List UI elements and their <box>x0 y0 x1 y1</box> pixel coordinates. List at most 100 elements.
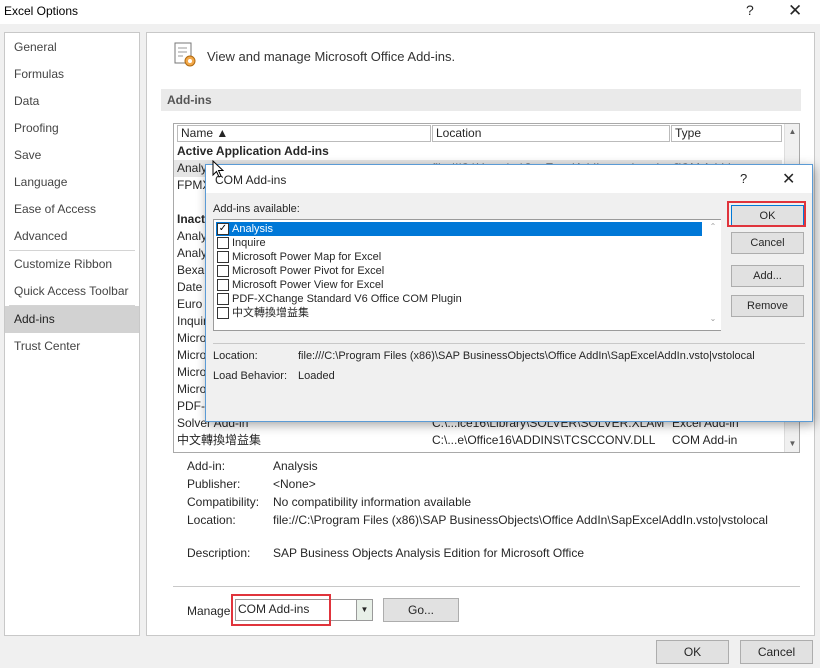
help-icon[interactable]: ? <box>746 2 754 18</box>
checkbox[interactable] <box>217 279 229 291</box>
column-header-name[interactable]: Name ▲ <box>177 125 431 142</box>
sidebar-item-quick-access-toolbar[interactable]: Quick Access Toolbar <box>5 278 139 305</box>
column-header-location[interactable]: Location <box>432 125 670 142</box>
highlight-box-ok <box>727 201 806 227</box>
addin-location: C:\...e\Office16\ADDINS\TCSCCONV.DLL <box>432 433 656 447</box>
section-title: Add-ins <box>167 93 212 107</box>
addin-name: Micro <box>177 365 207 379</box>
list-item[interactable]: Inquire <box>216 236 702 250</box>
scroll-down-icon[interactable]: ⌄ <box>706 314 720 323</box>
sidebar-item-proofing[interactable]: Proofing <box>5 115 139 142</box>
dialog-location-value: file:///C:\Program Files (x86)\SAP Busin… <box>298 350 755 362</box>
mouse-cursor-icon <box>212 160 224 178</box>
addin-name: Micro <box>177 348 207 362</box>
addin-name: Bexar <box>177 263 209 277</box>
detail-compat-value: No compatibility information available <box>273 495 472 509</box>
detail-description-label: Description: <box>187 546 251 560</box>
list-item[interactable]: ✓ Analysis <box>216 222 702 236</box>
addin-type: COM Add-in <box>672 433 738 447</box>
page-header: View and manage Microsoft Office Add-ins… <box>207 49 456 64</box>
detail-publisher-value: <None> <box>273 477 316 491</box>
addins-checklist[interactable]: ✓ Analysis Inquire Microsoft Power Map f… <box>213 219 721 331</box>
scroll-up-icon[interactable]: ⌃ <box>706 222 720 231</box>
detail-addin-value: Analysis <box>273 459 318 473</box>
scroll-up-icon[interactable]: ▲ <box>785 124 799 140</box>
dialog-cancel-button[interactable]: Cancel <box>731 232 804 254</box>
list-item-label: 中文轉換增益集 <box>232 307 309 319</box>
highlight-box-manage <box>231 594 331 626</box>
table-row: Active Application Add-ins <box>174 143 782 160</box>
sidebar-item-advanced[interactable]: Advanced <box>5 223 139 250</box>
chevron-down-icon[interactable]: ▼ <box>356 600 372 620</box>
addin-name: Analy <box>177 161 208 175</box>
checkbox[interactable] <box>217 237 229 249</box>
dialog-divider <box>213 343 805 344</box>
title-bar: Excel Options ? ✕ <box>0 0 820 24</box>
load-behavior-label: Load Behavior: <box>213 370 287 382</box>
sidebar-item-save[interactable]: Save <box>5 142 139 169</box>
section-header: Add-ins <box>161 89 801 111</box>
addin-name: Inquir <box>177 314 208 328</box>
checkbox[interactable] <box>217 307 229 319</box>
group-header: Inact <box>177 212 206 226</box>
checkbox[interactable] <box>217 265 229 277</box>
group-header: Active Application Add-ins <box>177 144 329 158</box>
sidebar-item-add-ins[interactable]: Add-ins <box>5 306 139 333</box>
addin-name: Analy <box>177 246 208 260</box>
sidebar-item-data[interactable]: Data <box>5 88 139 115</box>
list-item[interactable]: Microsoft Power Pivot for Excel <box>216 264 702 278</box>
dialog-help-icon[interactable]: ? <box>740 171 747 186</box>
column-header-type[interactable]: Type <box>671 125 782 142</box>
addin-name: Micro <box>177 331 207 345</box>
addin-name: Micro <box>177 382 207 396</box>
add-button[interactable]: Add... <box>731 265 804 287</box>
scroll-down-icon[interactable]: ▼ <box>785 436 799 452</box>
dialog-title: COM Add-ins <box>215 173 287 187</box>
detail-addin-label: Add-in: <box>187 459 226 473</box>
detail-description-value: SAP Business Objects Analysis Edition fo… <box>273 546 585 560</box>
detail-compat-label: Compatibility: <box>187 495 260 509</box>
addin-name: 中文轉換增益集 <box>177 433 262 447</box>
addins-gear-icon <box>174 42 196 67</box>
detail-location-value: file://C:\Program Files (x86)\SAP Busine… <box>273 513 768 527</box>
load-behavior-value: Loaded <box>298 370 335 382</box>
dialog-location-label: Location: <box>213 350 258 362</box>
dialog-title-bar: COM Add-ins ? ✕ <box>206 165 812 193</box>
checkbox[interactable] <box>217 293 229 305</box>
go-button[interactable]: Go... <box>383 598 459 622</box>
checkbox-checked-icon[interactable]: ✓ <box>217 223 229 235</box>
detail-location-label: Location: <box>187 513 236 527</box>
options-sidebar: General Formulas Data Proofing Save Lang… <box>4 32 140 636</box>
sidebar-item-general[interactable]: General <box>5 34 139 61</box>
list-item-label: Microsoft Power Map for Excel <box>232 251 382 263</box>
list-item[interactable]: 中文轉換增益集 <box>216 306 702 320</box>
divider <box>173 586 800 587</box>
ok-button[interactable]: OK <box>656 640 729 664</box>
detail-publisher-label: Publisher: <box>187 477 241 491</box>
list-item[interactable]: Microsoft Power View for Excel <box>216 278 702 292</box>
addin-name: Analy <box>177 229 208 243</box>
list-scrollbar[interactable]: ⌃ ⌄ <box>706 220 721 330</box>
list-item-label: PDF-XChange Standard V6 Office COM Plugi… <box>232 293 462 305</box>
addins-available-label: Add-ins available: <box>213 203 300 215</box>
list-item[interactable]: Microsoft Power Map for Excel <box>216 250 702 264</box>
list-item-label: Microsoft Power View for Excel <box>232 279 384 291</box>
table-row[interactable]: 中文轉換增益集 C:\...e\Office16\ADDINS\TCSCCONV.… <box>174 432 782 449</box>
sidebar-item-customize-ribbon[interactable]: Customize Ribbon <box>5 251 139 278</box>
close-icon[interactable]: ✕ <box>788 1 802 21</box>
sidebar-item-formulas[interactable]: Formulas <box>5 61 139 88</box>
list-item-label: Microsoft Power Pivot for Excel <box>232 265 385 277</box>
checkbox[interactable] <box>217 251 229 263</box>
com-addins-dialog: COM Add-ins ? ✕ Add-ins available: ✓ Ana… <box>205 164 813 422</box>
cancel-button[interactable]: Cancel <box>740 640 813 664</box>
manage-label: Manage: <box>187 604 234 618</box>
sidebar-item-trust-center[interactable]: Trust Center <box>5 333 139 360</box>
list-item-label: Analysis <box>232 223 273 235</box>
dialog-close-icon[interactable]: ✕ <box>782 169 795 189</box>
list-item[interactable]: PDF-XChange Standard V6 Office COM Plugi… <box>216 292 702 306</box>
sidebar-item-ease-of-access[interactable]: Ease of Access <box>5 196 139 223</box>
window-title: Excel Options <box>4 4 79 18</box>
remove-button[interactable]: Remove <box>731 295 804 317</box>
sidebar-item-language[interactable]: Language <box>5 169 139 196</box>
list-item-label: Inquire <box>232 237 266 249</box>
